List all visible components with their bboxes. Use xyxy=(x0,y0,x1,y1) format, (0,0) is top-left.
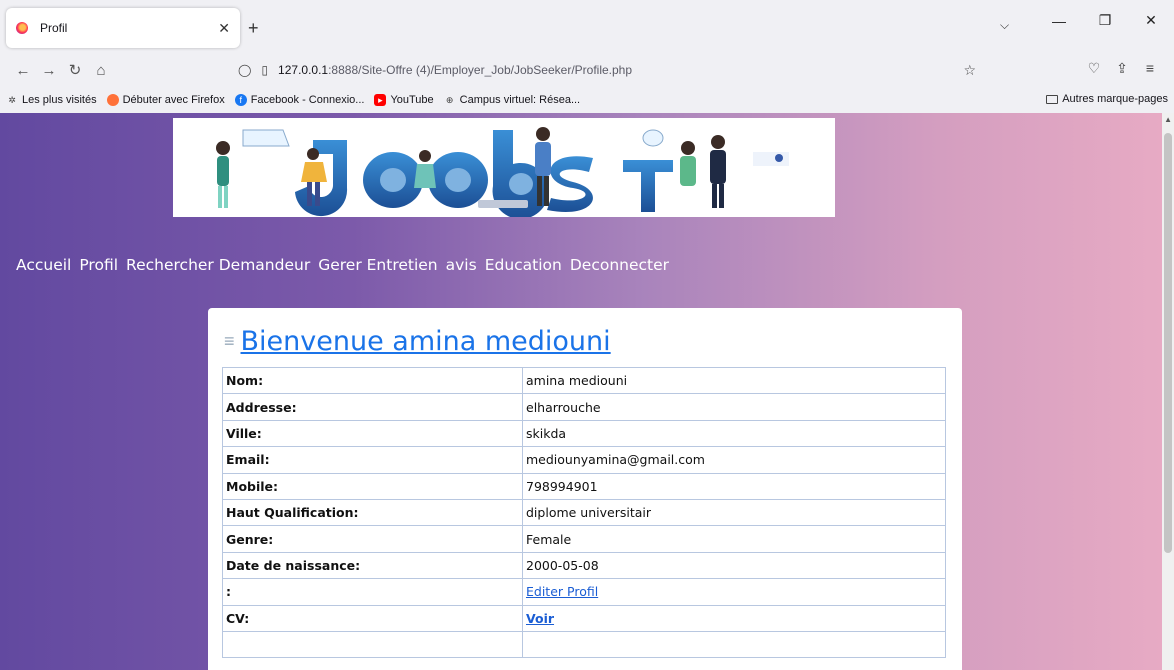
hamburger-icon: ≡ xyxy=(224,331,235,351)
bookmark-most-visited[interactable]: ✲ Les plus visités xyxy=(6,94,96,106)
row-value: Voir xyxy=(522,604,946,632)
table-row: CV: Voir xyxy=(222,604,946,632)
restore-icon[interactable]: ❐ xyxy=(1082,12,1128,29)
gear-icon: ✲ xyxy=(8,95,16,105)
row-label: Addresse: xyxy=(222,393,523,421)
table-row xyxy=(222,630,946,659)
menu-item-rechercher-demandeur[interactable]: Rechercher Demandeur xyxy=(126,256,310,274)
table-row: Haut Qualification: diplome universitair xyxy=(222,498,946,527)
bookmark-firefox[interactable]: Débuter avec Firefox xyxy=(106,94,225,106)
facebook-icon: f xyxy=(234,94,247,106)
row-label: : xyxy=(222,578,523,606)
edit-profile-link[interactable]: Editer Profil xyxy=(526,584,598,599)
toolbar-icons: ♡ ⇪ ≡ xyxy=(1080,60,1164,77)
back-icon[interactable]: ← xyxy=(10,62,36,79)
scroll-thumb[interactable] xyxy=(1164,133,1172,553)
firefox-icon xyxy=(16,22,28,34)
bookmark-star-icon[interactable]: ☆ xyxy=(963,62,976,79)
menu-item-accueil[interactable]: Accueil xyxy=(16,256,71,274)
table-row: Genre: Female xyxy=(222,525,946,553)
menu-icon[interactable]: ≡ xyxy=(1136,60,1164,77)
row-label xyxy=(222,630,523,659)
shield-icon[interactable]: ◯ xyxy=(238,63,251,77)
firefox-icon xyxy=(106,94,119,106)
row-label: CV: xyxy=(222,604,523,632)
row-label: Date de naissance: xyxy=(222,551,523,580)
table-row: Ville: skikda xyxy=(222,419,946,448)
globe-icon: ⊕ xyxy=(445,95,454,105)
menu-item-avis[interactable]: avis xyxy=(446,256,477,274)
navigation-bar: ← → ↻ ⌂ ◯ ▯ 127.0.0.1:8888/Site-Offre (4… xyxy=(0,55,1174,85)
jobs-banner-logo xyxy=(173,118,835,219)
row-value xyxy=(522,630,946,659)
row-label: Mobile: xyxy=(222,472,523,500)
table-row: Mobile: 798994901 xyxy=(222,472,946,500)
folder-icon xyxy=(1046,94,1059,104)
browser-tab[interactable]: Profil ✕ xyxy=(6,8,240,48)
row-value: Editer Profil xyxy=(522,578,946,606)
row-value: 2000-05-08 xyxy=(522,551,946,580)
table-row: Nom: amina mediouni xyxy=(222,366,946,395)
new-tab-icon[interactable]: + xyxy=(248,18,259,39)
row-label: Genre: xyxy=(222,525,523,553)
row-value: diplome universitair xyxy=(522,498,946,527)
welcome-title-link[interactable]: Bienvenue amina mediouni xyxy=(241,326,611,357)
url-bar[interactable]: ◯ ▯ 127.0.0.1:8888/Site-Offre (4)/Employ… xyxy=(228,57,986,83)
url-text: 127.0.0.1:8888/Site-Offre (4)/Employer_J… xyxy=(278,63,633,77)
profile-table: Nom: amina mediouni Addresse: elharrouch… xyxy=(222,366,946,659)
row-value: Female xyxy=(522,525,946,553)
tab-bar: Profil ✕ + ⌵ — ❐ ✕ xyxy=(0,0,1174,55)
close-window-icon[interactable]: ✕ xyxy=(1128,12,1174,29)
profile-card: ≡ Bienvenue amina mediouni Nom: amina me… xyxy=(208,308,962,670)
bookmarks-bar: ✲ Les plus visités Débuter avec Firefox … xyxy=(0,87,1174,113)
chevron-down-icon[interactable]: ⌵ xyxy=(1000,18,1009,33)
bookmark-campus[interactable]: ⊕ Campus virtuel: Résea... xyxy=(444,94,580,106)
row-value: 798994901 xyxy=(522,472,946,500)
menu-item-gerer-entretien[interactable]: Gerer Entretien xyxy=(318,256,437,274)
row-value: amina mediouni xyxy=(522,366,946,395)
jobs-illustration xyxy=(216,127,789,219)
minimize-icon[interactable]: — xyxy=(1036,13,1082,29)
page-scrollbar[interactable]: ▲ xyxy=(1162,113,1174,670)
bookmark-youtube[interactable]: ▸ YouTube xyxy=(374,94,434,106)
tab-title: Profil xyxy=(40,21,68,35)
menu-item-deconnecter[interactable]: Deconnecter xyxy=(570,256,669,274)
window-controls: — ❐ ✕ xyxy=(1036,12,1174,29)
bookmark-facebook[interactable]: f Facebook - Connexio... xyxy=(234,94,364,106)
forward-icon[interactable]: → xyxy=(36,62,62,79)
reload-icon[interactable]: ↻ xyxy=(62,61,88,79)
pocket-icon[interactable]: ♡ xyxy=(1080,60,1108,77)
row-label: Haut Qualification: xyxy=(222,498,523,527)
page-viewport: Accueil Profil Rechercher Demandeur Gere… xyxy=(0,113,1174,670)
row-label: Nom: xyxy=(222,366,523,395)
close-tab-icon[interactable]: ✕ xyxy=(218,20,230,37)
scroll-up-icon[interactable]: ▲ xyxy=(1164,115,1172,124)
row-value: elharrouche xyxy=(522,393,946,421)
main-menu: Accueil Profil Rechercher Demandeur Gere… xyxy=(16,256,677,274)
menu-item-education[interactable]: Education xyxy=(485,256,562,274)
table-row: Date de naissance: 2000-05-08 xyxy=(222,551,946,580)
table-row: Addresse: elharrouche xyxy=(222,393,946,421)
other-bookmarks[interactable]: Autres marque-pages xyxy=(1046,93,1168,105)
row-label: Email: xyxy=(222,446,523,474)
share-icon[interactable]: ⇪ xyxy=(1108,60,1136,77)
row-label: Ville: xyxy=(222,419,523,448)
page-icon[interactable]: ▯ xyxy=(261,63,268,77)
row-value: mediounyamina@gmail.com xyxy=(522,446,946,474)
profile-heading: ≡ Bienvenue amina mediouni xyxy=(222,326,948,357)
view-cv-link[interactable]: Voir xyxy=(526,611,554,626)
home-icon[interactable]: ⌂ xyxy=(88,62,114,79)
menu-item-profil[interactable]: Profil xyxy=(79,256,118,274)
youtube-icon: ▸ xyxy=(374,94,387,106)
row-value: skikda xyxy=(522,419,946,448)
table-row: Email: mediounyamina@gmail.com xyxy=(222,446,946,474)
table-row: : Editer Profil xyxy=(222,578,946,606)
